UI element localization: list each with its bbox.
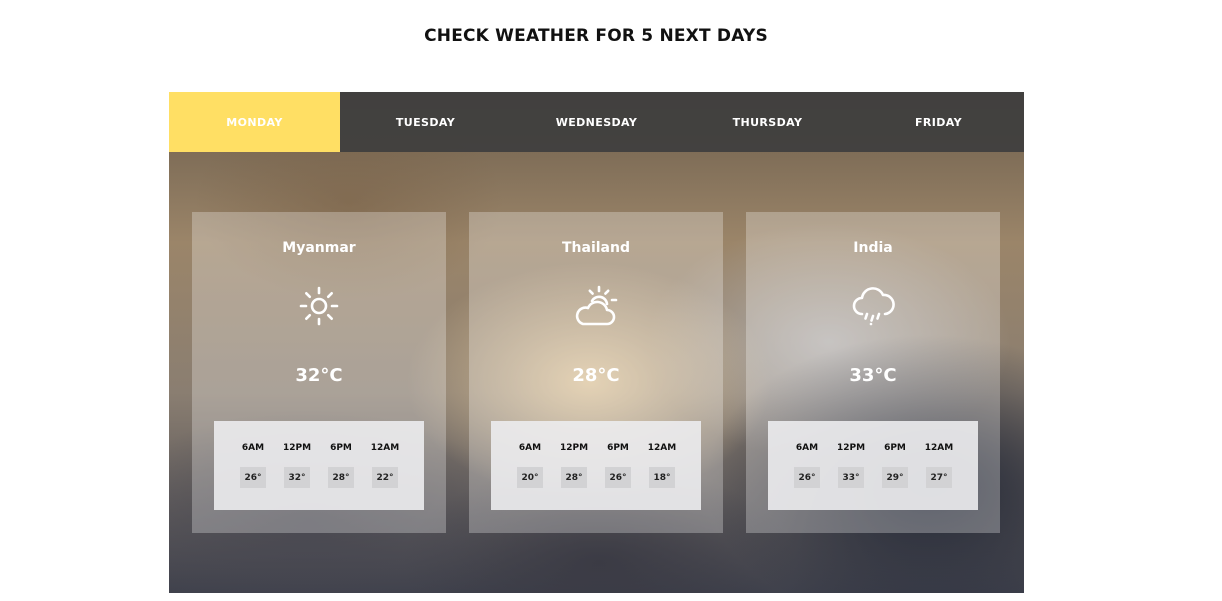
tab-wednesday[interactable]: WEDNESDAY bbox=[511, 92, 682, 152]
hour-label: 12AM bbox=[370, 443, 400, 453]
rain-cloud-icon bbox=[852, 287, 895, 326]
current-temperature: 28°C bbox=[572, 365, 620, 386]
page-title: CHECK WEATHER FOR 5 NEXT DAYS bbox=[424, 26, 768, 46]
hour-label: 6AM bbox=[518, 443, 542, 453]
hour-temperature: 26° bbox=[794, 467, 820, 488]
weather-card-myanmar: Myanmar 32°C 6AM 26° 12PM 32° 6PM 28° 12… bbox=[192, 212, 446, 533]
hourly-forecast: 6AM 26° 12PM 32° 6PM 28° 12AM 22° bbox=[214, 421, 424, 510]
hour-temperature: 29° bbox=[882, 467, 908, 488]
city-name: Myanmar bbox=[282, 240, 356, 256]
hour-temperature: 26° bbox=[240, 467, 266, 488]
hour-label: 12PM bbox=[282, 443, 312, 453]
tab-friday[interactable]: FRIDAY bbox=[853, 92, 1024, 152]
hour-label: 12AM bbox=[647, 443, 677, 453]
hour-temperature: 32° bbox=[284, 467, 310, 488]
hour-label: 6PM bbox=[330, 443, 352, 453]
sun-icon bbox=[299, 286, 339, 326]
city-name: Thailand bbox=[562, 240, 630, 256]
tab-tuesday[interactable]: TUESDAY bbox=[340, 92, 511, 152]
hour-temperature: 33° bbox=[838, 467, 864, 488]
current-temperature: 33°C bbox=[849, 365, 897, 386]
hourly-forecast: 6AM 20° 12PM 28° 6PM 26° 12AM 18° bbox=[491, 421, 701, 510]
hour-temperature: 28° bbox=[328, 467, 354, 488]
hour-label: 12PM bbox=[559, 443, 589, 453]
hourly-forecast: 6AM 26° 12PM 33° 6PM 29° 12AM 27° bbox=[768, 421, 978, 510]
partly-cloudy-icon bbox=[575, 285, 618, 326]
tab-thursday[interactable]: THURSDAY bbox=[682, 92, 853, 152]
hour-temperature: 22° bbox=[372, 467, 398, 488]
tab-monday[interactable]: MONDAY bbox=[169, 92, 340, 152]
weather-card-india: India 33°C 6AM 26° 12PM 33° 6PM 29° 12AM… bbox=[746, 212, 1000, 533]
hour-label: 6AM bbox=[241, 443, 265, 453]
hour-temperature: 28° bbox=[561, 467, 587, 488]
hour-label: 6PM bbox=[607, 443, 629, 453]
hour-label: 6PM bbox=[884, 443, 906, 453]
city-name: India bbox=[853, 240, 893, 256]
hour-label: 12AM bbox=[924, 443, 954, 453]
hour-label: 12PM bbox=[836, 443, 866, 453]
hour-temperature: 26° bbox=[605, 467, 631, 488]
hour-temperature: 27° bbox=[926, 467, 952, 488]
weather-panel: MONDAY TUESDAY WEDNESDAY THURSDAY FRIDAY… bbox=[169, 92, 1024, 593]
weather-card-thailand: Thailand 28°C 6AM 20° 12PM 28° 6PM 26° 1… bbox=[469, 212, 723, 533]
day-tabs: MONDAY TUESDAY WEDNESDAY THURSDAY FRIDAY bbox=[169, 92, 1024, 152]
hour-label: 6AM bbox=[795, 443, 819, 453]
current-temperature: 32°C bbox=[295, 365, 343, 386]
hour-temperature: 20° bbox=[517, 467, 543, 488]
hour-temperature: 18° bbox=[649, 467, 675, 488]
